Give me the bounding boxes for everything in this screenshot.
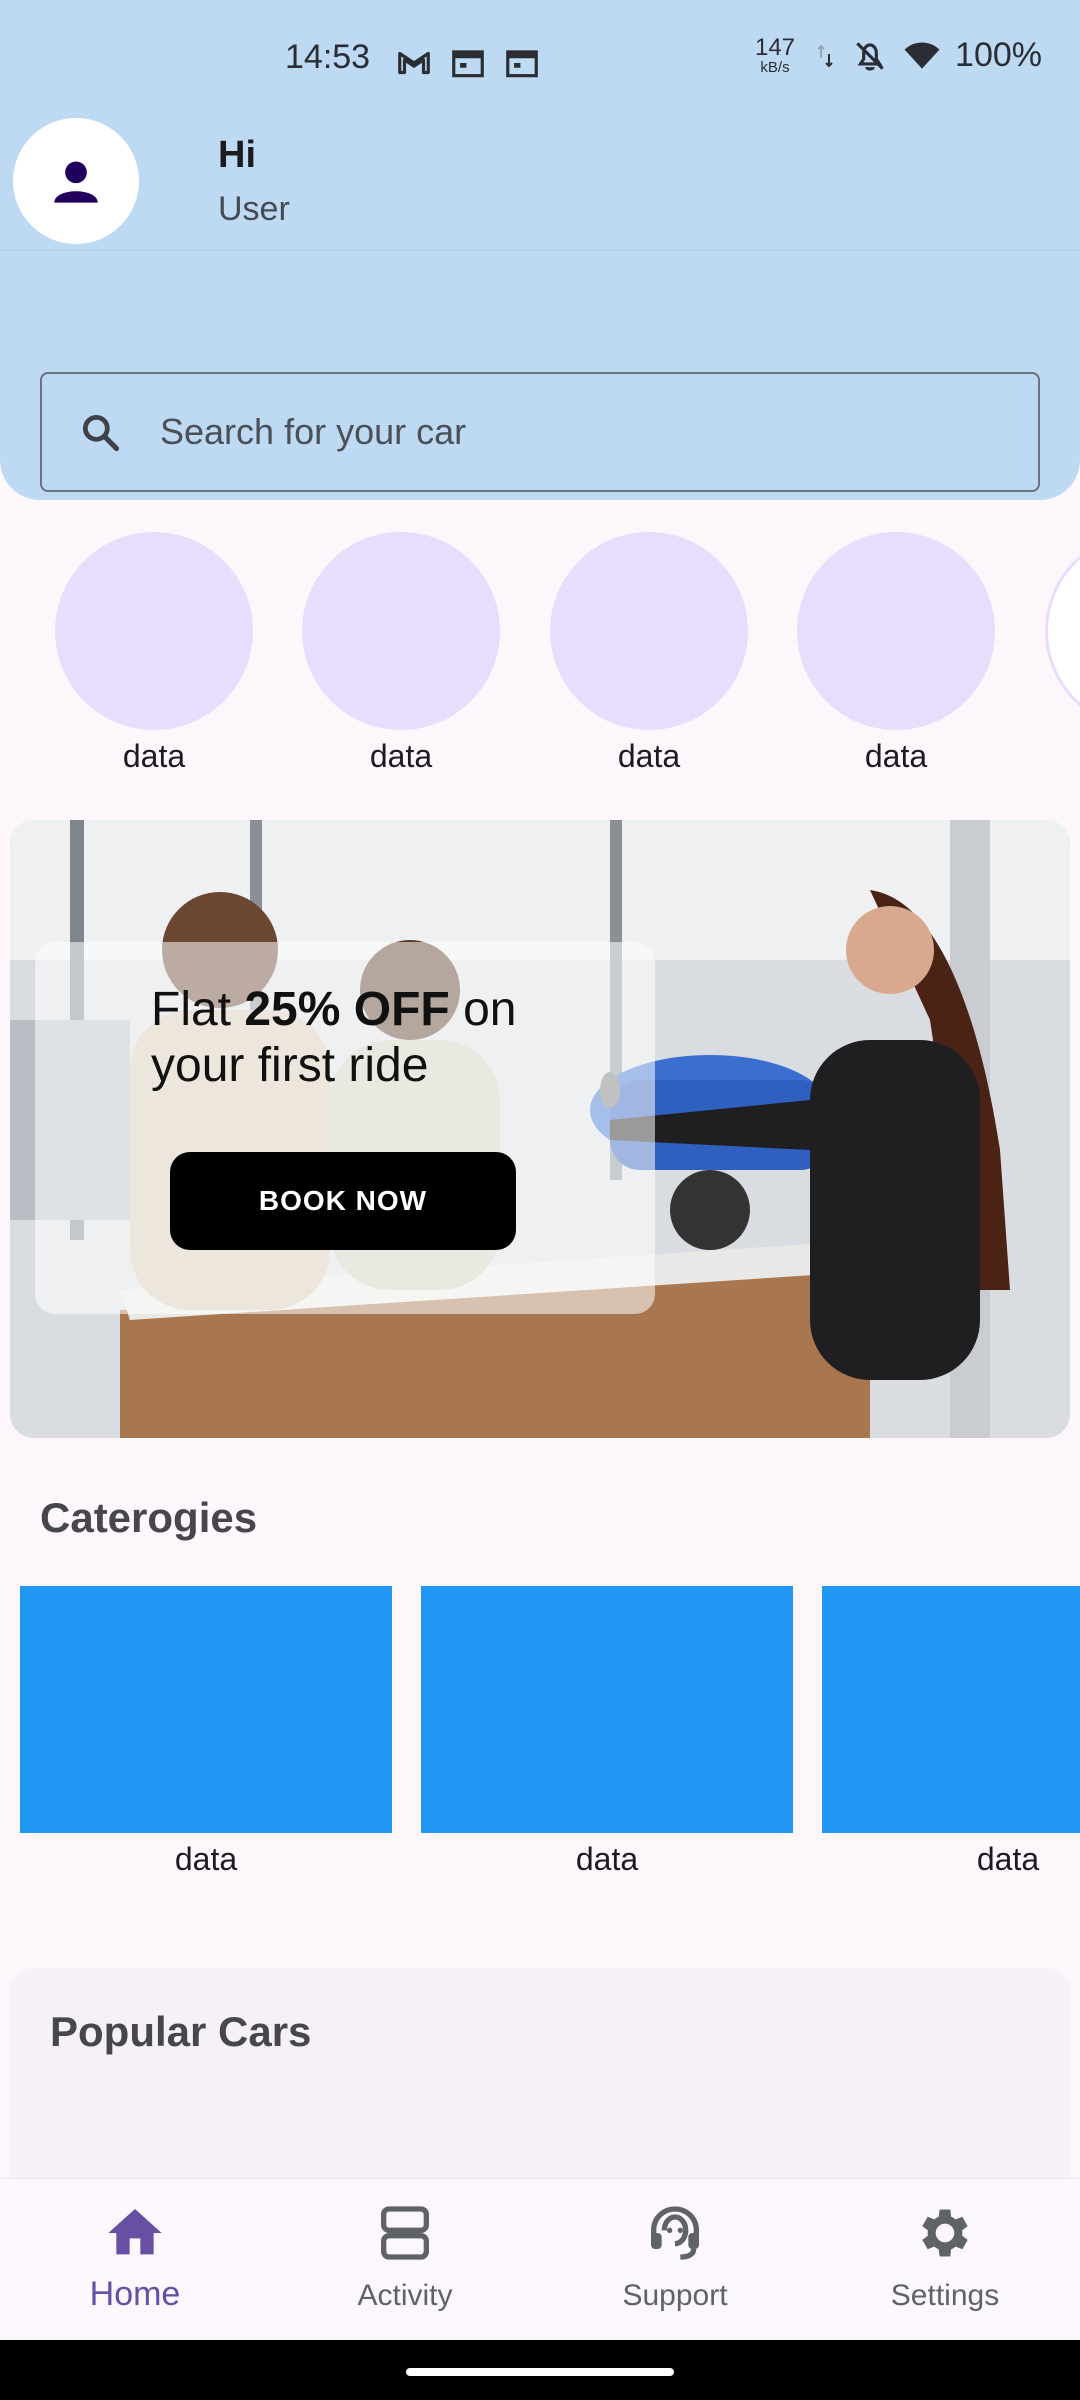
greeting-username: User [218,190,290,228]
greeting-title: Hi [218,134,256,176]
net-speed-value: 147 [754,34,796,61]
category-image [20,1586,392,1833]
header-divider [0,250,1080,251]
person-icon [54,161,98,203]
category-label: data [976,1841,1040,1877]
category-label: data [174,1841,238,1877]
promo-text-prefix: Flat [151,983,245,1036]
book-now-button[interactable]: BOOK NOW [170,1152,516,1250]
bottom-navigation: Home Activity Support Settings [0,2178,1080,2341]
support-icon [651,2206,699,2260]
activity-icon [381,2206,429,2260]
circle-category-item[interactable]: data [54,532,254,775]
nav-activity[interactable]: Activity [270,2201,540,2313]
calendar-icon [506,50,538,78]
nav-support[interactable]: Support [540,2201,810,2313]
nav-home-label: Home [89,2275,181,2313]
nav-home[interactable]: Home [0,2201,270,2314]
circle-category-item[interactable]: data [796,532,996,775]
circle-category-item-partial[interactable] [1044,532,1080,730]
circle-category-label: data [864,738,928,774]
gmail-icon [398,51,430,75]
search-input[interactable] [158,410,982,454]
notification-icons [395,44,541,82]
category-item[interactable]: data [20,1586,392,1878]
circle-category-label: data [617,738,681,774]
calendar-icon [452,50,484,78]
nav-settings-label: Settings [890,2279,1000,2312]
category-image [822,1586,1080,1833]
circle-category-label: data [369,738,433,774]
category-image [421,1586,793,1833]
nav-activity-label: Activity [357,2279,453,2312]
circle-category-image [55,532,253,730]
circle-category-item[interactable]: data [549,532,749,775]
gesture-handle[interactable] [406,2368,674,2376]
nav-support-label: Support [622,2279,728,2312]
status-time: 14:53 [285,38,371,76]
nav-settings[interactable]: Settings [810,2201,1080,2313]
battery-level: 100% [955,36,1042,74]
circle-category-item[interactable]: data [301,532,501,775]
settings-icon [922,2209,968,2257]
promo-text: Flat 25% OFF on your first ride [151,982,571,1094]
wifi-icon [904,42,940,69]
circle-category-image [1045,532,1080,730]
circle-category-image [550,532,748,730]
category-item[interactable]: data [822,1586,1080,1878]
status-bar: 14:53 147 kB/s 100% [0,0,1080,120]
circle-category-list: data data data data [0,532,1080,782]
data-arrows-icon [817,44,833,67]
search-icon [82,414,120,452]
promo-text-bold: 25% OFF [244,983,450,1036]
avatar[interactable] [13,118,139,244]
circle-category-image [302,532,500,730]
promo-banner[interactable]: Flat 25% OFF on your first ride BOOK NOW [10,820,1070,1438]
categories-title: Caterogies [40,1494,258,1541]
search-bar[interactable] [40,372,1040,492]
circle-category-image [797,532,995,730]
bell-off-icon [856,41,884,70]
net-speed-unit: kB/s [760,59,790,76]
category-item[interactable]: data [421,1586,793,1878]
system-icons: 147 kB/s 100% [754,34,1042,76]
popular-cars-title: Popular Cars [50,2008,312,2055]
home-icon [108,2209,162,2255]
net-speed: 147 kB/s [754,34,796,76]
circle-category-label: data [122,738,186,774]
category-label: data [575,1841,639,1877]
categories-list: data data data [0,1586,1080,1886]
